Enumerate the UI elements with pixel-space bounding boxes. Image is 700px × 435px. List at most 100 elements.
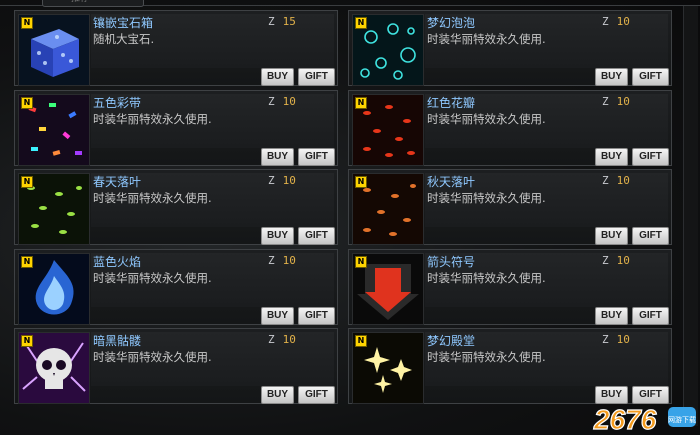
blue-gem-box-icon[interactable]: N: [18, 14, 90, 86]
currency-symbol: Z: [268, 174, 275, 187]
price-value: 10: [282, 333, 296, 346]
shop-item: N 暗黑骷髅 Z 10 时装华丽特效永久使用. BUY GIFT: [14, 328, 338, 404]
item-info: 箭头符号 Z 10 时装华丽特效永久使用.: [425, 253, 668, 307]
item-name: 镶嵌宝石箱: [93, 16, 154, 30]
buy-button[interactable]: BUY: [261, 148, 294, 166]
item-name: 梦幻泡泡: [427, 16, 476, 30]
new-badge: N: [355, 17, 367, 29]
currency-symbol: Z: [268, 254, 275, 267]
item-description: 时装华丽特效永久使用.: [427, 271, 546, 285]
new-badge: N: [21, 256, 33, 268]
item-name: 五色彩带: [93, 96, 142, 110]
new-badge: N: [355, 97, 367, 109]
autumn-leaves-icon[interactable]: N: [352, 173, 424, 245]
category-tab[interactable]: 推荐: [42, 0, 144, 7]
item-price: Z 15: [268, 15, 296, 28]
item-info: 暗黑骷髅 Z 10 时装华丽特效永久使用.: [91, 332, 334, 386]
gift-button[interactable]: GIFT: [298, 148, 335, 166]
gift-button[interactable]: GIFT: [632, 386, 669, 404]
price-value: 10: [616, 15, 630, 28]
item-info: 春天落叶 Z 10 时装华丽特效永久使用.: [91, 173, 334, 227]
red-arrow-icon[interactable]: N: [352, 253, 424, 325]
currency-symbol: Z: [268, 95, 275, 108]
buy-button[interactable]: BUY: [261, 227, 294, 245]
item-info: 秋天落叶 Z 10 时装华丽特效永久使用.: [425, 173, 668, 227]
new-badge: N: [21, 335, 33, 347]
item-description: 随机大宝石.: [93, 32, 155, 46]
item-description: 时装华丽特效永久使用.: [93, 350, 212, 364]
buy-button[interactable]: BUY: [595, 148, 628, 166]
new-badge: N: [355, 176, 367, 188]
currency-symbol: Z: [268, 15, 275, 28]
item-price: Z 10: [268, 333, 296, 346]
item-price: Z 10: [602, 95, 630, 108]
item-price: Z 10: [602, 174, 630, 187]
price-value: 10: [282, 254, 296, 267]
gift-button[interactable]: GIFT: [632, 307, 669, 325]
price-value: 10: [282, 174, 296, 187]
item-info: 梦幻泡泡 Z 10 时装华丽特效永久使用.: [425, 14, 668, 68]
currency-symbol: Z: [602, 15, 609, 28]
price-value: 10: [616, 174, 630, 187]
gift-button[interactable]: GIFT: [632, 227, 669, 245]
red-petals-icon[interactable]: N: [352, 94, 424, 166]
bubbles-icon[interactable]: N: [352, 14, 424, 86]
price-value: 10: [616, 333, 630, 346]
blue-flame-icon[interactable]: N: [18, 253, 90, 325]
currency-symbol: Z: [268, 333, 275, 346]
buy-button[interactable]: BUY: [595, 227, 628, 245]
item-price: Z 10: [268, 95, 296, 108]
item-description: 时装华丽特效永久使用.: [93, 112, 212, 126]
golden-sparkle-icon[interactable]: N: [352, 332, 424, 404]
gift-button[interactable]: GIFT: [298, 68, 335, 86]
buy-button[interactable]: BUY: [595, 307, 628, 325]
buy-button[interactable]: BUY: [261, 68, 294, 86]
category-tab-label: 推荐: [71, 0, 89, 4]
watermark-number: 2676: [593, 404, 657, 433]
watermark-sub: 网游下载: [668, 415, 696, 424]
buy-button[interactable]: BUY: [261, 307, 294, 325]
item-info: 蓝色火焰 Z 10 时装华丽特效永久使用.: [91, 253, 334, 307]
item-name: 箭头符号: [427, 255, 476, 269]
buy-button[interactable]: BUY: [595, 386, 628, 404]
new-badge: N: [21, 97, 33, 109]
item-name: 春天落叶: [93, 175, 142, 189]
shop-item: N 箭头符号 Z 10 时装华丽特效永久使用. BUY GIFT: [348, 249, 672, 325]
currency-symbol: Z: [602, 333, 609, 346]
item-price: Z 10: [268, 174, 296, 187]
gift-button[interactable]: GIFT: [632, 68, 669, 86]
gift-button[interactable]: GIFT: [298, 307, 335, 325]
gift-button[interactable]: GIFT: [632, 148, 669, 166]
item-name: 梦幻殿堂: [427, 334, 476, 348]
site-watermark: 2676 网游下载: [592, 403, 696, 433]
gift-button[interactable]: GIFT: [298, 227, 335, 245]
shop-item: N 秋天落叶 Z 10 时装华丽特效永久使用. BUY GIFT: [348, 169, 672, 245]
new-badge: N: [21, 17, 33, 29]
item-name: 红色花瓣: [427, 96, 476, 110]
new-badge: N: [355, 256, 367, 268]
green-leaves-icon[interactable]: N: [18, 173, 90, 245]
gift-button[interactable]: GIFT: [298, 386, 335, 404]
scrollbar[interactable]: [683, 6, 698, 426]
buy-button[interactable]: BUY: [595, 68, 628, 86]
item-name: 秋天落叶: [427, 175, 476, 189]
buy-button[interactable]: BUY: [261, 386, 294, 404]
shop-item: N 蓝色火焰 Z 10 时装华丽特效永久使用. BUY GIFT: [14, 249, 338, 325]
purple-skull-icon[interactable]: N: [18, 332, 90, 404]
shop-item: N 春天落叶 Z 10 时装华丽特效永久使用. BUY GIFT: [14, 169, 338, 245]
item-price: Z 10: [602, 333, 630, 346]
item-info: 梦幻殿堂 Z 10 时装华丽特效永久使用.: [425, 332, 668, 386]
confetti-icon[interactable]: N: [18, 94, 90, 166]
item-info: 五色彩带 Z 10 时装华丽特效永久使用.: [91, 94, 334, 148]
item-price: Z 10: [268, 254, 296, 267]
price-value: 10: [616, 254, 630, 267]
shop-item: N 五色彩带 Z 10 时装华丽特效永久使用. BUY GIFT: [14, 90, 338, 166]
shop-item: N 梦幻泡泡 Z 10 时装华丽特效永久使用. BUY GIFT: [348, 10, 672, 86]
new-badge: N: [355, 335, 367, 347]
item-name: 暗黑骷髅: [93, 334, 142, 348]
item-description: 时装华丽特效永久使用.: [427, 191, 546, 205]
item-description: 时装华丽特效永久使用.: [427, 350, 546, 364]
item-description: 时装华丽特效永久使用.: [427, 32, 546, 46]
currency-symbol: Z: [602, 254, 609, 267]
item-info: 镶嵌宝石箱 Z 15 随机大宝石.: [91, 14, 334, 68]
